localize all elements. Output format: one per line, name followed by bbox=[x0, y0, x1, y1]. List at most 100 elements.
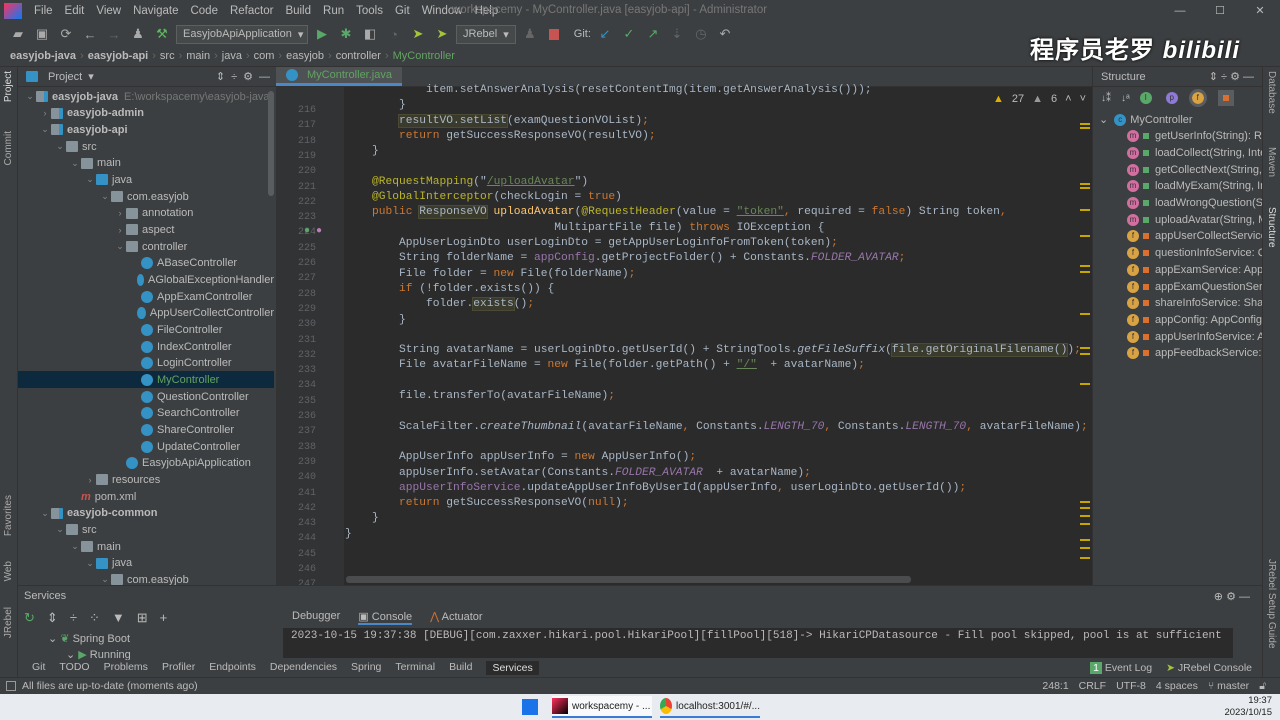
tree-item[interactable]: LoginController bbox=[18, 355, 274, 372]
git-pull-icon[interactable]: ⇣ bbox=[667, 24, 687, 44]
close-button[interactable]: ✕ bbox=[1240, 0, 1280, 22]
menu-edit[interactable]: Edit bbox=[59, 5, 91, 17]
structure-item[interactable]: m loadWrongQuestion(String) bbox=[1093, 195, 1263, 212]
chevron-right-icon[interactable]: › bbox=[114, 208, 126, 218]
code-line[interactable]: appUserInfoService.updateAppUserInfoByUs… bbox=[345, 481, 966, 496]
profile-icon[interactable]: ◔ bbox=[384, 24, 404, 44]
code-line[interactable]: String folderName = appConfig.getProject… bbox=[345, 251, 905, 266]
database-tool-button[interactable]: Database bbox=[1266, 71, 1277, 114]
breadcrumb-item[interactable]: src bbox=[160, 50, 179, 62]
code-line[interactable]: } bbox=[345, 313, 406, 328]
tree-item[interactable]: QuestionController bbox=[18, 388, 274, 405]
breadcrumb-item[interactable]: easyjob-api bbox=[88, 50, 153, 62]
code-line[interactable]: resultVO.setList(examQuestionVOList); bbox=[345, 114, 649, 129]
open-folder-icon[interactable]: ▰ bbox=[8, 24, 28, 44]
sort-by-visibility-icon[interactable]: ↓⁑ bbox=[1101, 93, 1111, 104]
chevron-down-icon[interactable]: ⌄ bbox=[99, 191, 111, 202]
tree-item[interactable]: EasyjobApiApplication bbox=[18, 455, 274, 472]
chevron-right-icon[interactable]: › bbox=[39, 108, 51, 118]
minimize-button[interactable]: — bbox=[1160, 0, 1200, 22]
tree-item[interactable]: AGlobalExceptionHandler bbox=[18, 271, 274, 288]
event-log-button[interactable]: 1 Event Log bbox=[1090, 662, 1152, 674]
services-header-actions[interactable]: ⊕ ⚙ — bbox=[1214, 590, 1250, 603]
tree-item[interactable]: FileController bbox=[18, 321, 274, 338]
chevron-down-icon[interactable]: ⌄ bbox=[39, 124, 51, 135]
tool-window-services[interactable]: Services bbox=[486, 661, 539, 675]
tree-item[interactable]: ⌄ src bbox=[18, 138, 274, 155]
code-line[interactable]: ScaleFilter.createThumbnail(avatarFileNa… bbox=[345, 420, 1088, 435]
group-icon[interactable]: ⁘ bbox=[89, 610, 100, 626]
menu-run[interactable]: Run bbox=[317, 5, 350, 17]
tree-item[interactable]: › aspect bbox=[18, 221, 274, 238]
tree-item[interactable]: ⌄ src bbox=[18, 521, 274, 538]
menu-build[interactable]: Build bbox=[279, 5, 317, 17]
chevron-down-icon[interactable]: ⌄ bbox=[69, 158, 81, 169]
tree-item[interactable]: AppExamController bbox=[18, 288, 274, 305]
console-output[interactable]: 2023-10-15 19:37:38 [DEBUG][com.zaxxer.h… bbox=[283, 628, 1233, 658]
chevron-down-icon[interactable]: ⌄ bbox=[39, 508, 51, 519]
show-inherited-icon[interactable]: I bbox=[1139, 92, 1152, 104]
chevron-right-icon[interactable]: › bbox=[114, 225, 126, 235]
indent-setting[interactable]: 4 spaces bbox=[1156, 680, 1198, 693]
code-line[interactable]: } bbox=[345, 98, 406, 113]
taskbar-chrome[interactable]: localhost:3001/#/... bbox=[660, 696, 760, 718]
error-stripe-marker[interactable] bbox=[1080, 271, 1090, 273]
chevron-down-icon[interactable]: ⌄ bbox=[84, 558, 96, 569]
save-icon[interactable]: ▣ bbox=[32, 24, 52, 44]
code-line[interactable]: @GlobalInterceptor(checkLogin = true) bbox=[345, 190, 622, 205]
run-config-select[interactable]: EasyjobApiApplication ▾ bbox=[176, 24, 308, 44]
coverage-icon[interactable]: ◧ bbox=[360, 24, 380, 44]
menu-code[interactable]: Code bbox=[184, 5, 224, 17]
gear-icon[interactable]: ⚙ bbox=[243, 70, 253, 83]
tool-window-problems[interactable]: Problems bbox=[104, 661, 148, 675]
tree-item[interactable]: › resources bbox=[18, 471, 274, 488]
tree-item[interactable]: ⌄ com.easyjob bbox=[18, 188, 274, 205]
structure-root[interactable]: ⌄ c MyController bbox=[1093, 111, 1263, 128]
caret-position[interactable]: 248:1 bbox=[1042, 680, 1068, 693]
chevron-down-icon[interactable]: ⌄ bbox=[54, 141, 66, 152]
tool-window-spring[interactable]: Spring bbox=[351, 661, 381, 675]
tool-window-profiler[interactable]: Profiler bbox=[162, 661, 195, 675]
chevron-down-icon[interactable]: ⌄ bbox=[99, 574, 111, 585]
code-line[interactable]: item.setAnswerAnalysis(resetContentImg(i… bbox=[345, 83, 872, 98]
code-line[interactable]: } bbox=[345, 144, 379, 159]
code-line[interactable]: AppUserLoginDto userLoginDto = getAppUse… bbox=[345, 236, 838, 251]
collapse-all-icon[interactable]: ÷ bbox=[70, 610, 77, 626]
error-stripe-marker[interactable] bbox=[1080, 539, 1090, 541]
menu-refactor[interactable]: Refactor bbox=[224, 5, 279, 17]
menu-view[interactable]: View bbox=[90, 5, 127, 17]
user-icon[interactable]: ♟ bbox=[128, 24, 148, 44]
refresh-icon[interactable]: ↻ bbox=[24, 610, 35, 626]
code-line[interactable]: AppUserInfo appUserInfo = new AppUserInf… bbox=[345, 450, 696, 465]
stop-icon[interactable] bbox=[544, 24, 564, 44]
error-stripe-marker[interactable] bbox=[1080, 313, 1090, 315]
git-push-icon[interactable]: ↗ bbox=[643, 24, 663, 44]
git-update-icon[interactable]: ↙ bbox=[595, 24, 615, 44]
tree-item[interactable]: ⌄ main bbox=[18, 155, 274, 172]
structure-item[interactable]: f questionInfoService: QuestionInfoServic… bbox=[1093, 245, 1263, 262]
expand-all-icon[interactable]: ⇕ bbox=[216, 70, 225, 83]
collapse-all-icon[interactable]: ÷ bbox=[231, 71, 237, 83]
code-line[interactable]: return getSuccessResponseVO(null); bbox=[345, 496, 629, 511]
tab-actuator[interactable]: ⋀ Actuator bbox=[430, 610, 482, 625]
expand-all-icon[interactable]: ⇕ bbox=[47, 610, 58, 626]
file-encoding[interactable]: UTF-8 bbox=[1116, 680, 1146, 693]
hide-icon[interactable]: — bbox=[259, 71, 270, 83]
services-tree-item[interactable]: ⌄ ▶ Running bbox=[66, 648, 131, 660]
tool-window-todo[interactable]: TODO bbox=[59, 661, 89, 675]
show-fields-icon[interactable]: f bbox=[1188, 89, 1207, 107]
code-line[interactable]: if (!folder.exists()) { bbox=[345, 282, 554, 297]
breadcrumb-item[interactable]: java bbox=[222, 50, 246, 62]
inspection-widget[interactable]: ▲ 27 ▲ 6 ˄ ˅ bbox=[993, 93, 1086, 105]
project-panel-title[interactable]: Project bbox=[48, 71, 82, 83]
maven-tool-button[interactable]: Maven bbox=[1266, 147, 1277, 177]
tab-console[interactable]: ▣ Console bbox=[358, 610, 413, 625]
error-stripe-marker[interactable] bbox=[1080, 265, 1090, 267]
chevron-down-icon[interactable]: ⌄ bbox=[84, 174, 96, 185]
tree-item[interactable]: › annotation bbox=[18, 205, 274, 222]
tree-item[interactable]: ABaseController bbox=[18, 255, 274, 272]
maximize-button[interactable]: ☐ bbox=[1200, 0, 1240, 22]
run-icon[interactable]: ▶ bbox=[312, 24, 332, 44]
code-line[interactable]: return getSuccessResponseVO(resultVO); bbox=[345, 129, 656, 144]
sort-alpha-icon[interactable]: ↓ᵃ bbox=[1121, 93, 1130, 104]
